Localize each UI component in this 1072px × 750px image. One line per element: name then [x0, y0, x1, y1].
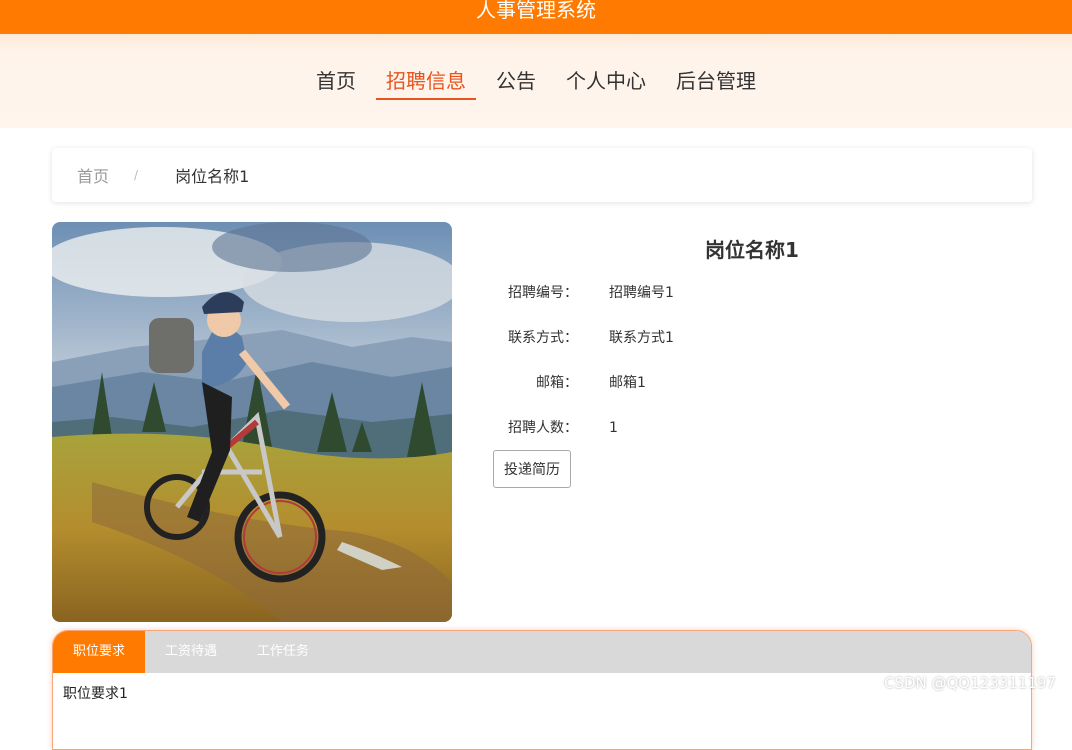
- top-header-bar: 人事管理系统: [0, 0, 1072, 34]
- breadcrumb: 首页 / 岗位名称1: [52, 148, 1032, 202]
- nav-item-home[interactable]: 首页: [306, 64, 366, 100]
- field-value: 联系方式1: [609, 328, 674, 348]
- field-label: 联系方式：: [468, 328, 578, 348]
- nav-item-recruitment[interactable]: 招聘信息: [376, 64, 476, 100]
- app-title: 人事管理系统: [0, 0, 1072, 24]
- nav-item-announcements[interactable]: 公告: [486, 64, 546, 100]
- breadcrumb-current: 岗位名称1: [175, 163, 249, 187]
- job-image: [52, 222, 452, 622]
- nav-item-admin[interactable]: 后台管理: [666, 64, 766, 100]
- nav-item-personal-center[interactable]: 个人中心: [556, 64, 656, 100]
- job-title: 岗位名称1: [452, 234, 1052, 263]
- field-label: 招聘人数：: [468, 418, 578, 438]
- tab-job-tasks[interactable]: 工作任务: [237, 631, 329, 673]
- submit-resume-button[interactable]: 投递简历: [493, 450, 571, 488]
- breadcrumb-home-link[interactable]: 首页: [77, 163, 109, 187]
- field-value: 邮箱1: [609, 373, 646, 393]
- tab-bar: 职位要求 工资待遇 工作任务: [53, 631, 1031, 673]
- breadcrumb-separator: /: [134, 168, 138, 182]
- field-value: 招聘编号1: [609, 283, 674, 303]
- field-label: 招聘编号：: [468, 283, 578, 303]
- tab-salary[interactable]: 工资待遇: [145, 631, 237, 673]
- field-label: 邮箱：: [468, 373, 578, 393]
- tab-job-requirements[interactable]: 职位要求: [53, 631, 145, 673]
- watermark: CSDN @QQ123311197: [884, 674, 1056, 692]
- main-nav: 首页 招聘信息 公告 个人中心 后台管理: [0, 64, 1072, 100]
- field-value: 1: [609, 418, 618, 438]
